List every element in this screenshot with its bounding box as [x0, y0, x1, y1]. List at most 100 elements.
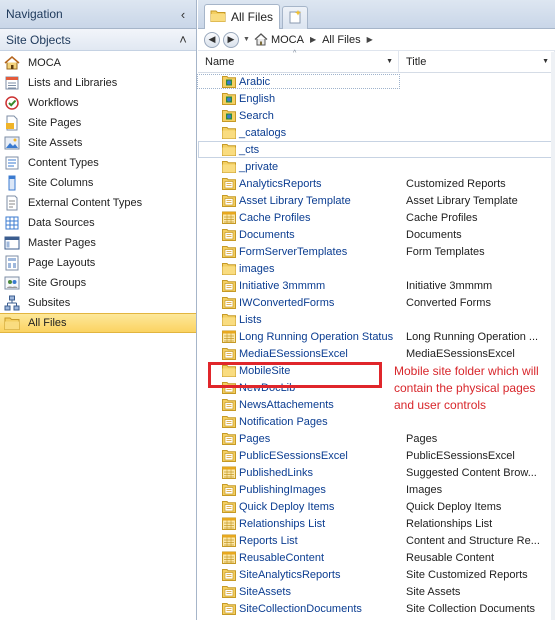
- file-name[interactable]: images: [239, 263, 274, 275]
- file-name[interactable]: PublicESessionsExcel: [239, 450, 348, 462]
- file-name-cell[interactable]: SiteAnalyticsReports: [198, 568, 399, 581]
- file-row[interactable]: English: [198, 90, 555, 107]
- vertical-scrollbar[interactable]: [551, 52, 555, 620]
- file-row[interactable]: Asset Library Template Asset Library Temp…: [198, 192, 555, 209]
- breadcrumb-moca[interactable]: MOCA: [271, 34, 304, 46]
- file-row[interactable]: Lists: [198, 311, 555, 328]
- file-row[interactable]: _catalogs: [198, 124, 555, 141]
- file-name-cell[interactable]: Notification Pages: [198, 415, 399, 428]
- file-row[interactable]: Initiative 3mmmm Initiative 3mmmm: [198, 277, 555, 294]
- file-row[interactable]: ReusableContent Reusable Content: [198, 549, 555, 566]
- file-row[interactable]: Quick Deploy Items Quick Deploy Items: [198, 498, 555, 515]
- file-row[interactable]: PublishedLinks Suggested Content Brow...: [198, 464, 555, 481]
- nav-item-site-groups[interactable]: Site Groups: [0, 273, 196, 293]
- file-name[interactable]: NewsAttachements: [239, 399, 334, 411]
- file-name-cell[interactable]: PublishingImages: [198, 483, 399, 496]
- file-name[interactable]: PublishedLinks: [239, 467, 313, 479]
- file-name-cell[interactable]: Lists: [198, 313, 399, 326]
- nav-item-content-types[interactable]: Content Types: [0, 153, 196, 173]
- nav-item-lists-and-libraries[interactable]: Lists and Libraries: [0, 73, 196, 93]
- file-row[interactable]: SiteCollectionDocuments Site Collection D…: [198, 600, 555, 617]
- history-dropdown-icon[interactable]: ▼: [243, 36, 250, 43]
- file-name[interactable]: Quick Deploy Items: [239, 501, 334, 513]
- column-header-title[interactable]: Title ▼: [399, 51, 555, 72]
- file-name[interactable]: SiteAnalyticsReports: [239, 569, 341, 581]
- file-name-cell[interactable]: SiteCollectionDocuments: [198, 602, 399, 615]
- file-name-cell[interactable]: Arabic: [197, 74, 400, 89]
- site-objects-header[interactable]: Site Objects ˄: [0, 29, 196, 51]
- file-row[interactable]: Notification Pages: [198, 413, 555, 430]
- file-row[interactable]: PublicESessionsExcel PublicESessionsExcel: [198, 447, 555, 464]
- file-name[interactable]: Lists: [239, 314, 262, 326]
- file-name[interactable]: Search: [239, 110, 274, 122]
- nav-item-site-assets[interactable]: Site Assets: [0, 133, 196, 153]
- file-name-cell[interactable]: SiteAssets: [198, 585, 399, 598]
- collapse-pane-icon[interactable]: ‹: [176, 7, 190, 22]
- nav-item-data-sources[interactable]: Data Sources: [0, 213, 196, 233]
- home-icon[interactable]: [254, 33, 268, 46]
- file-name-cell[interactable]: _cts: [198, 143, 399, 156]
- file-name-cell[interactable]: Reports List: [198, 534, 399, 547]
- file-name-cell[interactable]: Long Running Operation Status: [198, 330, 399, 343]
- file-row[interactable]: Search: [198, 107, 555, 124]
- file-row[interactable]: SiteAssets Site Assets: [198, 583, 555, 600]
- file-name[interactable]: MediaESessionsExcel: [239, 348, 348, 360]
- file-name[interactable]: Long Running Operation Status: [239, 331, 393, 343]
- file-row[interactable]: Arabic: [197, 73, 555, 90]
- file-name[interactable]: AnalyticsReports: [239, 178, 322, 190]
- forward-button[interactable]: ▶: [223, 31, 239, 48]
- file-name[interactable]: Relationships List: [239, 518, 325, 530]
- nav-item-workflows[interactable]: Workflows: [0, 93, 196, 113]
- file-name[interactable]: SiteCollectionDocuments: [239, 603, 362, 615]
- filter-dropdown-icon[interactable]: ▼: [386, 58, 393, 65]
- chevron-up-icon[interactable]: ˄: [176, 32, 190, 47]
- file-name[interactable]: ReusableContent: [239, 552, 324, 564]
- file-name-cell[interactable]: PublicESessionsExcel: [198, 449, 399, 462]
- file-name[interactable]: _catalogs: [239, 127, 286, 139]
- file-name[interactable]: Documents: [239, 229, 295, 241]
- nav-item-master-pages[interactable]: Master Pages: [0, 233, 196, 253]
- file-name-cell[interactable]: Cache Profiles: [198, 211, 399, 224]
- file-name[interactable]: FormServerTemplates: [239, 246, 347, 258]
- file-name-cell[interactable]: Initiative 3mmmm: [198, 279, 399, 292]
- breadcrumb-separator-icon[interactable]: ▶: [310, 35, 316, 44]
- file-row[interactable]: _cts: [198, 141, 555, 158]
- file-name[interactable]: English: [239, 93, 275, 105]
- file-name-cell[interactable]: Pages: [198, 432, 399, 445]
- file-name-cell[interactable]: FormServerTemplates: [198, 245, 399, 258]
- file-name-cell[interactable]: images: [198, 262, 399, 275]
- back-button[interactable]: ◀: [204, 31, 220, 48]
- file-name-cell[interactable]: English: [198, 92, 399, 105]
- file-name-cell[interactable]: IWConvertedForms: [198, 296, 399, 309]
- file-row[interactable]: Reports List Content and Structure Re...: [198, 532, 555, 549]
- file-name[interactable]: Reports List: [239, 535, 298, 547]
- file-name[interactable]: _cts: [239, 144, 259, 156]
- file-name[interactable]: Initiative 3mmmm: [239, 280, 325, 292]
- file-row[interactable]: MediaESessionsExcel MediaESessionsExcel: [198, 345, 555, 362]
- file-name[interactable]: Arabic: [239, 76, 270, 88]
- tab-all-files[interactable]: All Files: [204, 4, 280, 29]
- file-name[interactable]: Pages: [239, 433, 270, 445]
- nav-item-site-columns[interactable]: Site Columns: [0, 173, 196, 193]
- file-row[interactable]: Long Running Operation Status Long Runnin…: [198, 328, 555, 345]
- file-row[interactable]: Relationships List Relationships List: [198, 515, 555, 532]
- nav-item-page-layouts[interactable]: Page Layouts: [0, 253, 196, 273]
- file-name[interactable]: PublishingImages: [239, 484, 326, 496]
- nav-item-all-files[interactable]: All Files: [0, 313, 196, 333]
- file-name-cell[interactable]: Documents: [198, 228, 399, 241]
- file-name-cell[interactable]: Asset Library Template: [198, 194, 399, 207]
- file-name[interactable]: _private: [239, 161, 278, 173]
- file-row[interactable]: Documents Documents: [198, 226, 555, 243]
- file-name[interactable]: Notification Pages: [239, 416, 328, 428]
- filter-dropdown-icon[interactable]: ▼: [542, 58, 549, 65]
- file-name-cell[interactable]: _catalogs: [198, 126, 399, 139]
- file-row[interactable]: Pages Pages: [198, 430, 555, 447]
- file-row[interactable]: AnalyticsReports Customized Reports: [198, 175, 555, 192]
- file-row[interactable]: images: [198, 260, 555, 277]
- file-name-cell[interactable]: PublishedLinks: [198, 466, 399, 479]
- file-name-cell[interactable]: _private: [198, 160, 399, 173]
- file-name[interactable]: Cache Profiles: [239, 212, 311, 224]
- breadcrumb-all-files[interactable]: All Files: [322, 34, 361, 46]
- file-row[interactable]: SiteAnalyticsReports Site Customized Repo…: [198, 566, 555, 583]
- file-name[interactable]: Asset Library Template: [239, 195, 351, 207]
